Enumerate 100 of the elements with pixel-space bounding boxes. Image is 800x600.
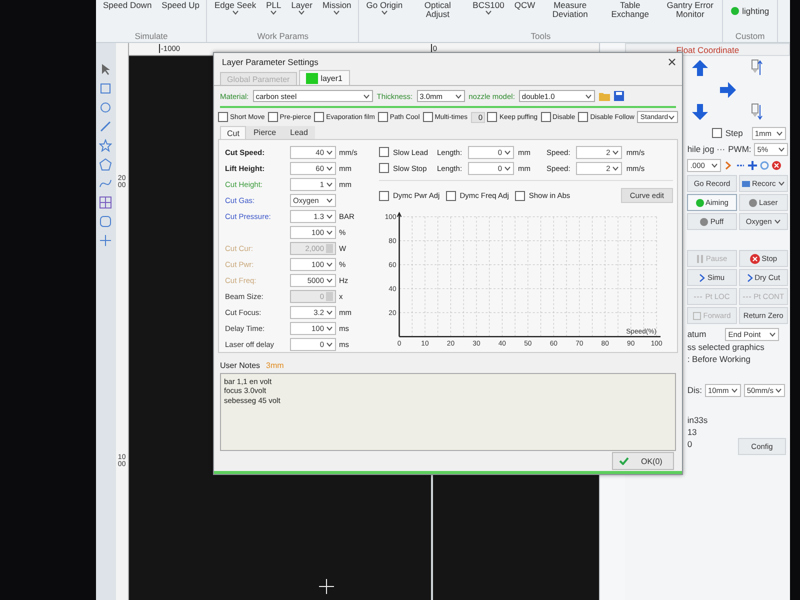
pwm-label: PWM: [728,144,752,154]
rounded-square-icon[interactable] [99,215,112,228]
tab[interactable]: Lead [283,126,315,139]
distance-label: Dis: [687,385,702,395]
option-text: : Before Working [687,354,752,366]
lighting-toggle[interactable]: lighting [727,0,774,22]
ribbon-button[interactable]: BCS100 [470,0,508,16]
checkbox[interactable] [379,147,389,157]
option-text: ss selected graphics [687,342,766,354]
notes-tag: 3mm [266,360,284,370]
close-icon[interactable] [668,58,676,66]
save-icon[interactable] [614,91,624,101]
checkbox[interactable] [218,112,228,122]
ribbon-button[interactable]: Measure Deviation [542,0,598,21]
record-icon [742,180,750,186]
caret-icon [454,94,462,98]
plus-icon[interactable] [748,160,758,170]
star-icon[interactable] [99,139,112,152]
nozzle-down-icon[interactable] [749,103,764,121]
play-icon [699,274,706,282]
forward-icon [693,312,702,320]
caret-icon [769,332,776,336]
tab[interactable]: Cut [220,126,246,139]
jog-label: hile jog ··· [687,144,726,154]
caret-icon [326,262,333,266]
caret-icon [326,310,333,314]
polygon-icon[interactable] [99,158,112,171]
down-arrow-icon[interactable] [691,103,710,121]
caret-icon [778,146,786,152]
caret-icon [326,278,333,282]
ribbon-button[interactable]: Speed Down [100,0,155,12]
play-icon [746,274,753,282]
pause-icon [696,254,704,262]
caret-icon [326,150,333,154]
tab[interactable]: Pierce [246,126,284,139]
caret-icon [668,114,675,120]
square-icon[interactable] [99,82,112,95]
ribbon-button[interactable]: Mission [319,0,354,16]
caret-icon [326,214,333,218]
stat-text: in33s [687,415,708,427]
ribbon-button[interactable]: Optical Adjust [410,0,466,21]
curve-icon[interactable] [99,177,112,190]
caret-icon [775,388,782,392]
ribbon-button[interactable]: QCW [511,0,538,12]
caret-icon [362,94,370,98]
checkbox[interactable] [578,112,588,122]
crosshair-icon [318,579,334,594]
step-icon [742,294,752,300]
caret-icon [711,162,718,168]
cross-icon[interactable] [99,234,112,247]
play-icon[interactable] [724,160,734,170]
group-label: Work Params [256,31,310,42]
return-label: atum [687,329,706,339]
ribbon-button[interactable]: Go Origin [363,0,406,16]
pointer-icon[interactable] [99,63,112,76]
checkbox[interactable] [268,112,278,122]
caret-icon [730,388,738,392]
close-icon[interactable] [772,160,782,170]
notes-label: User Notes [220,360,260,370]
caret-icon [326,198,333,202]
ribbon-button[interactable]: Gantry Error Monitor [662,0,718,21]
caret-icon [326,182,333,186]
caret-icon [326,342,333,346]
right-arrow-icon[interactable] [719,81,738,99]
tab[interactable]: layer1 [298,70,350,85]
group-label: Simulate [134,31,169,42]
ribbon-button[interactable]: PLL [263,0,284,16]
caret-icon [774,219,781,224]
window-title: Layer Parameter Settings [222,56,318,66]
caret-icon [612,150,620,154]
caret-icon [504,150,512,154]
ribbon-button[interactable]: Table Exchange [602,0,658,21]
checkbox[interactable] [540,112,551,122]
up-arrow-icon[interactable] [691,59,710,77]
caret-icon [584,94,592,98]
caret-icon [504,166,512,170]
caret-icon [776,130,783,136]
caret-icon [612,166,620,170]
stop-icon [750,254,760,264]
ribbon-button[interactable]: Speed Up [158,0,202,12]
ribbon-button[interactable]: Layer [288,0,316,16]
checkbox[interactable] [712,128,722,138]
checkbox[interactable] [379,163,389,173]
checkmark-icon [619,457,629,465]
checkbox[interactable] [314,112,324,122]
ribbon-button[interactable]: Edge Seek [211,0,260,16]
ok-button[interactable]: OK(0) [612,452,674,470]
caret-icon [778,181,785,186]
checkbox[interactable] [379,190,389,201]
checkbox[interactable] [422,112,433,122]
line-icon[interactable] [99,120,112,133]
checkbox[interactable] [446,190,456,201]
nozzle-up-icon[interactable] [749,59,764,77]
checkbox[interactable] [514,190,525,201]
circle-icon[interactable] [99,101,112,114]
checkbox[interactable] [378,112,388,122]
grid-icon[interactable] [99,196,112,209]
checkbox-label[interactable]: Step [725,128,743,138]
checkbox[interactable] [487,112,498,122]
stat-text: 13 [687,427,698,439]
